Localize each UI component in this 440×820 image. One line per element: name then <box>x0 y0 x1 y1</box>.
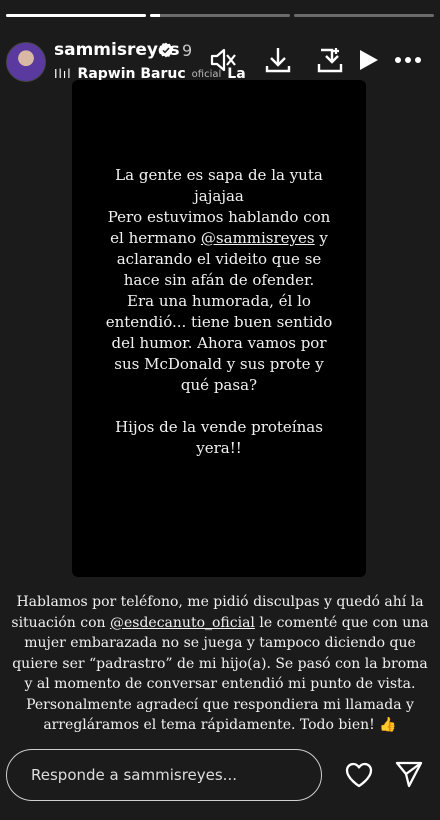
speaker-muted-icon[interactable] <box>206 44 238 76</box>
more-horizontal-icon[interactable] <box>392 44 424 76</box>
download-icon[interactable] <box>262 44 294 76</box>
heart-icon[interactable] <box>343 759 375 791</box>
caption-after: le comenté que con una mujer embarazada … <box>12 614 429 734</box>
caption-mention-link[interactable]: @esdecanuto_oficial <box>110 615 255 631</box>
play-icon[interactable] <box>352 44 384 76</box>
story-caption: Hablamos por teléfono, me pidió disculpa… <box>10 592 430 736</box>
send-icon[interactable] <box>394 759 424 789</box>
progress-segment-1 <box>6 14 146 17</box>
reply-placeholder: Responde a sammisreyes... <box>31 766 237 784</box>
story-time: 9 <box>182 41 193 60</box>
save-to-device-icon[interactable] <box>314 44 346 76</box>
music-bars-icon: Ilıl <box>54 67 72 81</box>
avatar[interactable] <box>6 42 46 82</box>
verified-badge-icon <box>158 42 174 58</box>
progress-fill-1 <box>6 14 146 17</box>
progress-segment-2 <box>150 14 290 17</box>
story-progress <box>6 14 434 17</box>
card-text-after: y aclarando el videito que se hace sin a… <box>105 229 333 457</box>
card-mention-link[interactable]: @sammisreyes <box>201 229 315 247</box>
story-card-text: La gente es sapa de la yuta jajajaa Pero… <box>86 165 352 459</box>
progress-fill-2 <box>150 14 160 17</box>
progress-segment-3 <box>294 14 434 17</box>
reply-input[interactable]: Responde a sammisreyes... <box>6 749 322 801</box>
